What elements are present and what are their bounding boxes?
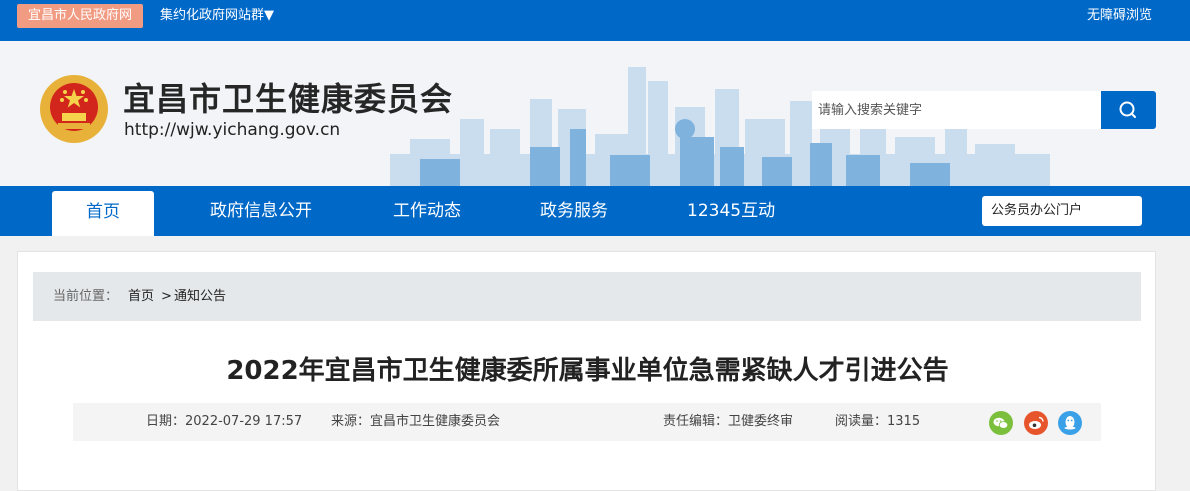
city-government-link[interactable]: 宜昌市人民政府网 [17, 4, 144, 28]
wechat-share-button[interactable] [989, 411, 1013, 435]
nav-item-home[interactable]: 首页 [52, 191, 154, 236]
site-cluster-label: 集约化政府网站群 [160, 8, 265, 23]
nav-item-work-news[interactable]: 工作动态 [393, 186, 461, 236]
site-header: 宜昌市卫生健康委员会 http://wjw.yichang.gov.cn [0, 41, 1190, 186]
national-emblem-logo [40, 75, 108, 143]
breadcrumb-label: 当前位置： [53, 289, 119, 304]
wechat-icon [993, 417, 1009, 429]
main-nav: 首页 政府信息公开 工作动态 政务服务 12345互动 公务员办公门户 [0, 186, 1190, 236]
article-meta-bar: 日期：2022-07-29 17:57 来源：宜昌市卫生健康委员会 责任编辑：卫… [73, 403, 1101, 441]
search-input[interactable] [812, 91, 1102, 129]
site-title: 宜昌市卫生健康委员会 [123, 80, 454, 118]
site-url: http://wjw.yichang.gov.cn [124, 120, 341, 140]
search-button[interactable] [1101, 91, 1156, 129]
civil-servant-portal-link[interactable]: 公务员办公门户 [982, 196, 1142, 226]
caret-down-icon: ▼ [264, 8, 275, 23]
publish-date: 日期：2022-07-29 17:57 [146, 414, 303, 429]
nav-item-government-services[interactable]: 政务服务 [540, 186, 608, 236]
weibo-icon [1029, 416, 1044, 429]
breadcrumb-separator: > [161, 289, 172, 304]
search-icon [1119, 101, 1136, 118]
nav-item-12345-interaction[interactable]: 12345互动 [687, 186, 775, 236]
site-cluster-dropdown[interactable]: 集约化政府网站群▼ [160, 6, 274, 26]
top-bar: 宜昌市人民政府网 集约化政府网站群▼ 无障碍浏览 [0, 0, 1190, 41]
accessibility-link[interactable]: 无障碍浏览 [1087, 6, 1152, 26]
breadcrumb: 当前位置： 首页 > 通知公告 [33, 272, 1141, 321]
qq-share-button[interactable] [1058, 411, 1082, 435]
article-source: 来源：宜昌市卫生健康委员会 [331, 414, 501, 429]
breadcrumb-home-link[interactable]: 首页 [128, 272, 154, 321]
nav-item-government-info[interactable]: 政府信息公开 [210, 186, 312, 236]
responsible-editor: 责任编辑：卫健委终审 [663, 414, 794, 429]
weibo-share-button[interactable] [1024, 411, 1048, 435]
breadcrumb-current-link[interactable]: 通知公告 [174, 272, 226, 321]
qq-icon [1064, 416, 1076, 430]
view-count: 阅读量：1315 [835, 414, 921, 429]
article-title: 2022年宜昌市卫生健康委所属事业单位急需紧缺人才引进公告 [226, 356, 949, 386]
